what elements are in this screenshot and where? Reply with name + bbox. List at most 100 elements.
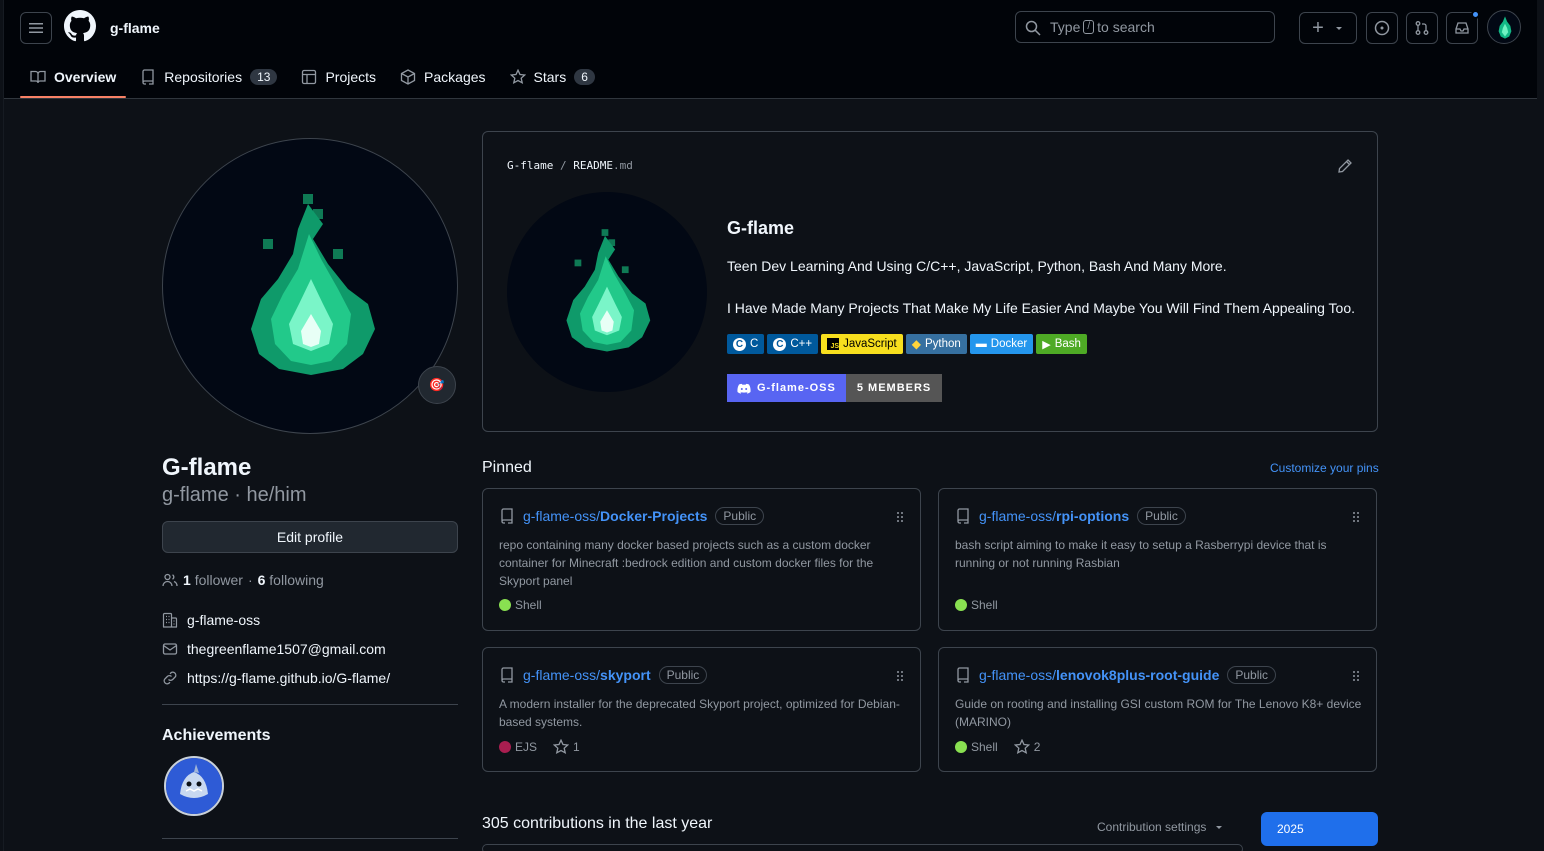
package-icon (400, 69, 416, 85)
pinned-card: g-flame-oss/rpi-options Public bash scri… (938, 488, 1377, 631)
chevron-down-icon (1335, 27, 1342, 30)
pull-requests-button[interactable] (1406, 12, 1438, 44)
create-new-button[interactable]: + (1299, 12, 1357, 44)
website-detail[interactable]: https://g-flame.github.io/G-flame/ (162, 670, 390, 686)
tab-label: Packages (424, 69, 486, 85)
visibility-badge: Public (1137, 507, 1186, 525)
inbox-button[interactable] (1446, 10, 1480, 44)
link-icon (163, 671, 177, 685)
shield-cpp[interactable]: C C++ (767, 334, 819, 354)
pencil-icon[interactable] (1337, 158, 1353, 174)
user-avatar[interactable] (1487, 10, 1521, 44)
pinned-card: g-flame-oss/Docker-Projects Public repo … (482, 488, 921, 631)
readme-path-file: README (573, 159, 613, 172)
year-2025-button[interactable]: 2025 (1261, 812, 1378, 846)
language-color-dot (955, 599, 967, 611)
edit-profile-button[interactable]: Edit profile (162, 521, 458, 553)
language-color-dot (955, 741, 967, 753)
discord-icon (737, 383, 751, 394)
chevron-down-icon (1216, 826, 1223, 829)
contribution-graph (482, 844, 1243, 851)
profile-avatar[interactable] (162, 138, 458, 434)
shield-python[interactable]: ◆ Python (905, 334, 967, 354)
pinned-card-title: g-flame-oss/lenovok8plus-root-guide Publ… (955, 666, 1277, 684)
following-link[interactable]: 6 following (258, 572, 324, 588)
tab-label: Stars (533, 69, 567, 85)
docker-icon: ▬ (975, 338, 987, 350)
org-detail[interactable]: g-flame-oss (162, 612, 260, 628)
star-icon (1013, 739, 1030, 755)
sidebar-divider (162, 704, 458, 705)
shield-bash[interactable]: ▶ Bash (1036, 334, 1087, 354)
followers-link[interactable]: 1 follower (183, 572, 243, 588)
green-flame-pixel-icon (566, 229, 651, 352)
repo-owner: g-flame-oss/ (979, 508, 1057, 524)
shield-label: Bash (1054, 338, 1081, 350)
readme-path-sep: / (559, 159, 567, 172)
repo-owner: g-flame-oss/ (979, 667, 1057, 683)
readme-path-user[interactable]: G-flame (507, 159, 553, 172)
repo-meta: Shell 2 (955, 739, 1040, 755)
tab-repositories[interactable]: Repositories 13 (130, 58, 287, 96)
shield-label: JavaScript (843, 338, 897, 350)
email-address: thegreenflame1507@gmail.com (187, 641, 386, 657)
issues-button[interactable] (1366, 12, 1398, 44)
table-icon (302, 69, 317, 85)
repo-stars-link[interactable]: 1 (553, 739, 580, 755)
email-detail[interactable]: thegreenflame1507@gmail.com (162, 641, 386, 657)
repo-language: EJS (499, 740, 537, 754)
github-logo-icon[interactable] (64, 10, 96, 42)
repo-language: Shell (955, 598, 998, 612)
repo-description: A modern installer for the deprecated Sk… (499, 697, 900, 729)
achievements-title: Achievements (162, 727, 271, 744)
menu-button[interactable] (20, 12, 52, 44)
target-icon: 🎯 (428, 377, 446, 392)
book-icon (30, 70, 46, 84)
tab-overview[interactable]: Overview (20, 58, 127, 98)
shield-c[interactable]: CC (727, 334, 765, 354)
js-icon: JS (827, 338, 840, 350)
grabber-icon[interactable] (896, 511, 904, 523)
grabber-icon[interactable] (1352, 511, 1360, 523)
git-pull-request-icon (1415, 21, 1429, 35)
repo-link[interactable]: g-flame-oss/lenovok8plus-root-guide (979, 667, 1219, 683)
repo-icon (957, 508, 969, 524)
repo-description: bash script aiming to make it easy to se… (955, 538, 1327, 570)
header-username[interactable]: g-flame (110, 20, 160, 36)
language-name: Shell (971, 740, 998, 754)
visibility-badge: Public (1227, 666, 1277, 684)
search-prefix: Type (1050, 19, 1081, 35)
inbox-icon (1455, 22, 1469, 34)
tab-projects[interactable]: Projects (291, 58, 386, 96)
repo-description: repo containing many docker based projec… (499, 538, 874, 588)
global-header: g-flame Type / to search + Overview Repo… (4, 0, 1537, 99)
repo-link[interactable]: g-flame-oss/skyport (523, 667, 651, 683)
grabber-icon[interactable] (1352, 670, 1360, 682)
repo-stars-link[interactable]: 2 (1013, 739, 1040, 755)
shield-docker[interactable]: ▬ Docker (969, 334, 1034, 354)
tab-packages[interactable]: Packages (390, 58, 495, 96)
contribution-settings-dropdown[interactable]: Contribution settings (1097, 820, 1224, 834)
search-shortcut-key: / (1083, 20, 1095, 34)
search-input[interactable]: Type / to search (1015, 11, 1275, 43)
achievement-badge[interactable] (164, 756, 224, 816)
repo-name: Docker-Projects (600, 508, 708, 524)
tab-stars[interactable]: Stars 6 (500, 58, 605, 96)
shield-javascript[interactable]: JS JavaScript (821, 334, 903, 354)
discord-badge[interactable]: G-flame-OSS 5 MEMBERS (727, 374, 943, 402)
language-name: EJS (515, 740, 538, 754)
status-emoji-button[interactable]: 🎯 (418, 366, 456, 404)
repo-link[interactable]: g-flame-oss/Docker-Projects (523, 508, 707, 524)
shield-label: C (750, 338, 759, 350)
green-flame-pixel-icon (251, 194, 375, 375)
grabber-icon[interactable] (896, 670, 904, 682)
language-name: Shell (971, 598, 998, 612)
customize-pins-link[interactable]: Customize your pins (1270, 461, 1379, 475)
shield-label: Python (924, 338, 961, 350)
tab-label: Overview (54, 69, 117, 85)
repo-link[interactable]: g-flame-oss/rpi-options (979, 508, 1129, 524)
repo-description: Guide on rooting and installing GSI cust… (955, 697, 1362, 729)
readme-paragraph: I Have Made Many Projects That Make My L… (727, 300, 1355, 316)
tech-shields: CC C C++ JS JavaScript ◆ Python ▬ Docker ▶ Ba… (727, 334, 1090, 354)
follow-separator: · (247, 572, 253, 588)
